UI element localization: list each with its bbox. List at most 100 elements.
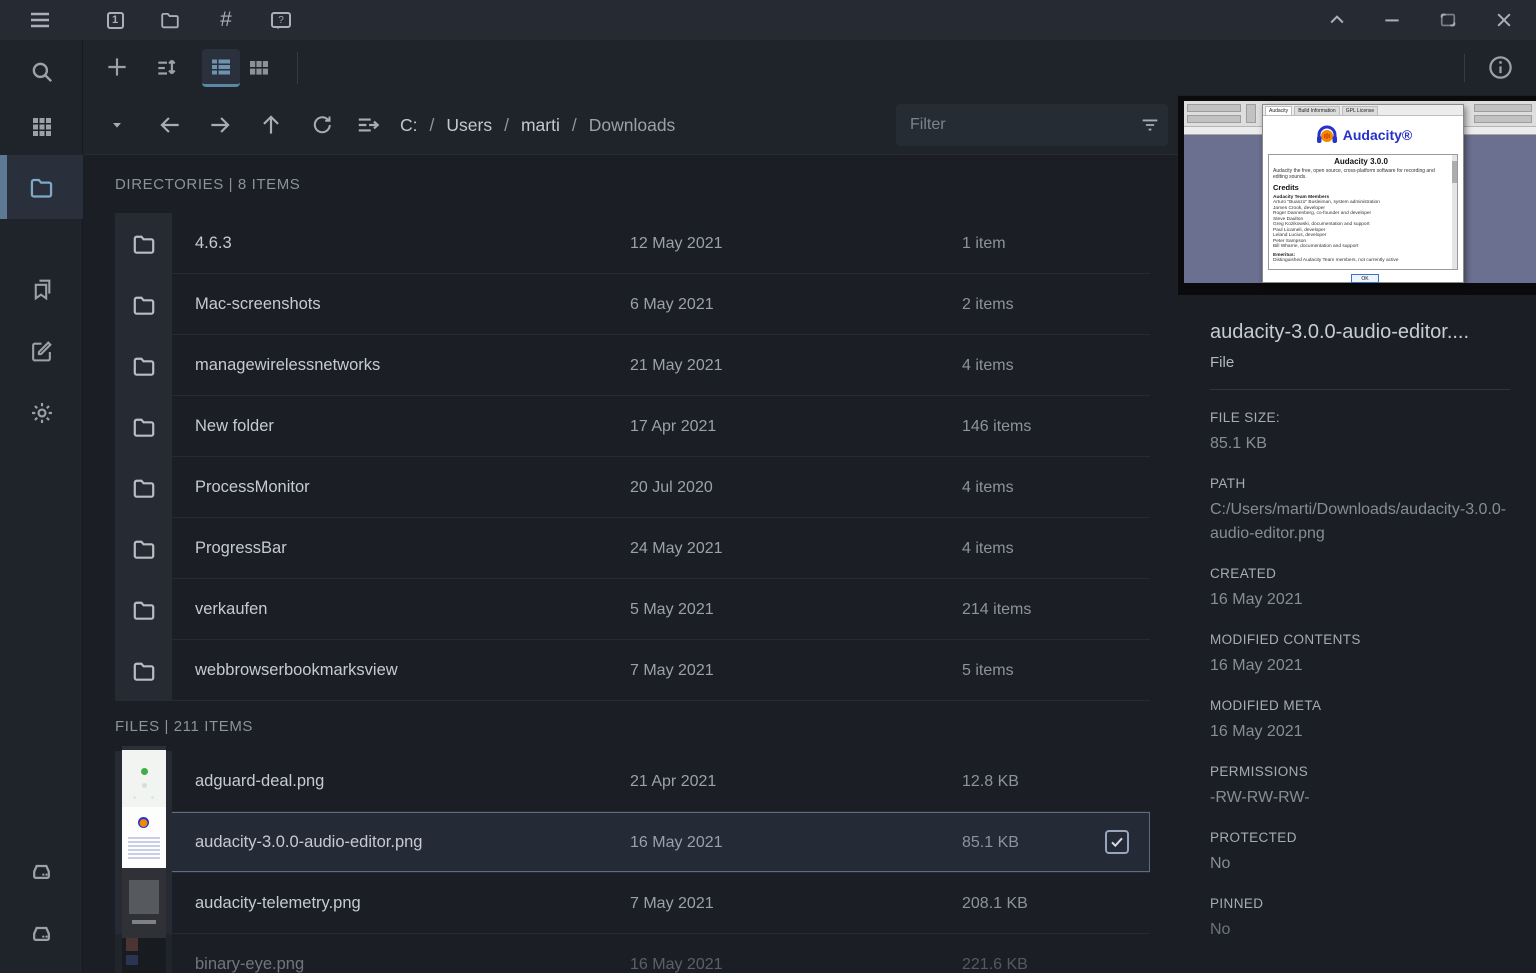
file-thumbnail [122,868,166,938]
file-thumbnail-cell [115,934,172,973]
refresh-button[interactable] [302,105,342,145]
sort-button[interactable] [147,47,187,87]
edit-square-icon [29,339,54,364]
preview-audacity-logo: Audacity® [1263,116,1463,154]
file-thumbnail [122,746,166,816]
detail-field-modified-meta: MODIFIED META 16 May 2021 [1210,697,1510,744]
table-row-directory[interactable]: New folder 17 Apr 2021 146 items [115,396,1150,457]
preview-about-text: Audacity 3.0.0 Audacity the free, open s… [1268,154,1458,270]
navigation-bar: C: / Users / marti / Downloads [83,95,1178,155]
preview-about-dialog: Audacity Build Information GPL License A… [1262,104,1464,283]
sidebar-apps-grid-button[interactable] [0,98,83,155]
table-row-directory[interactable]: verkaufen 5 May 2021 214 items [115,579,1150,640]
details-panel: Audacity Build Information GPL License A… [1178,95,1536,973]
new-window-folder-icon[interactable] [150,0,190,40]
detail-field-protected: PROTECTED No [1210,829,1510,876]
titlebar: 1 # ? [0,0,1536,40]
sidebar-item-bookmarks[interactable] [0,261,83,318]
tab-count: 1 [107,12,124,29]
file-rows: adguard-deal.png 21 Apr 2021 12.8 KB aud… [115,751,1150,973]
minimize-button[interactable] [1372,0,1412,40]
detail-field-file-size: FILE SIZE: 85.1 KB [1210,409,1510,456]
table-row-file-selected[interactable]: audacity-3.0.0-audio-editor.png 16 May 2… [115,812,1150,873]
table-row-file[interactable]: adguard-deal.png 21 Apr 2021 12.8 KB [115,751,1150,812]
info-button[interactable] [1480,47,1520,87]
path-options-icon[interactable] [348,105,388,145]
bookmarks-icon [29,277,54,302]
detail-field-permissions: PERMISSIONS -RW-RW-RW- [1210,763,1510,810]
sidebar-item-files[interactable] [0,155,83,219]
list-view-icon [209,55,233,79]
up-button[interactable] [251,105,291,145]
details-divider [1210,389,1510,390]
details-file-title: audacity-3.0.0-audio-editor.... [1210,321,1510,344]
sidebar-item-editor[interactable] [0,323,83,380]
file-manager-window: 1 # ? [0,0,1536,973]
sidebar [0,40,83,973]
toolbar [83,40,1536,95]
new-item-button[interactable] [97,47,137,87]
directory-rows: 4.6.3 12 May 2021 1 item Mac-screenshots… [115,213,1150,701]
file-thumbnail [122,807,166,877]
preview-dialog-scrollbar [1452,155,1457,269]
hard-drive-icon [28,919,55,946]
preview-ok-button: OK [1351,274,1379,283]
filter-box [896,104,1168,146]
files-header: FILES | 211 ITEMS [83,701,1178,751]
selection-checkbox-checked[interactable] [1105,830,1129,854]
detail-field-path: PATH C:/Users/marti/Downloads/audacity-3… [1210,475,1510,546]
sidebar-item-settings[interactable] [0,384,83,441]
table-row-directory[interactable]: Mac-screenshots 6 May 2021 2 items [115,274,1150,335]
maximize-restore-button[interactable] [1428,0,1468,40]
sidebar-search-button[interactable] [0,43,83,100]
table-row-directory[interactable]: ProcessMonitor 20 Jul 2020 4 items [115,457,1150,518]
folder-icon [115,396,172,457]
toolbar-divider [297,52,298,84]
path-dropdown-button[interactable] [97,105,137,145]
tabs-icon[interactable]: 1 [95,0,135,40]
collapse-chevron-icon[interactable] [1317,0,1357,40]
file-list-panel: C: / Users / marti / Downloads DIRECTORI… [83,95,1178,973]
table-row-directory[interactable]: managewirelessnetworks 21 May 2021 4 ite… [115,335,1150,396]
table-row-file[interactable]: binary-eye.png 16 May 2021 221.6 KB [115,934,1150,973]
file-preview-image: Audacity Build Information GPL License A… [1178,96,1536,295]
feedback-help-icon[interactable]: ? [261,0,301,40]
grid-view-button[interactable] [240,49,278,87]
breadcrumb-segment-drive[interactable]: C: [400,115,418,136]
table-row-directory[interactable]: ProgressBar 24 May 2021 4 items [115,518,1150,579]
folder-icon [115,640,172,701]
file-thumbnail-cell [115,873,172,934]
folder-icon [115,579,172,640]
table-row-file[interactable]: audacity-telemetry.png 7 May 2021 208.1 … [115,873,1150,934]
detail-field-pinned: PINNED No [1210,895,1510,942]
details-file-type: File [1210,354,1510,371]
hash-tag-icon[interactable]: # [206,0,246,40]
back-button[interactable] [150,105,190,145]
apps-grid-icon [30,115,54,139]
list-view-button[interactable] [202,49,240,87]
search-icon [29,59,55,85]
toolbar-divider [1464,54,1465,82]
filter-input[interactable] [896,116,1132,134]
breadcrumb-segment-users[interactable]: Users [446,115,492,136]
sidebar-drive-d[interactable] [0,904,83,961]
folder-icon [115,518,172,579]
folder-icon [115,335,172,396]
hamburger-menu-icon[interactable] [20,0,60,40]
folder-icon [115,274,172,335]
forward-button[interactable] [200,105,240,145]
filter-icon[interactable] [1132,114,1168,136]
gear-icon [29,400,55,426]
grid-view-icon [247,56,271,80]
detail-field-created: CREATED 16 May 2021 [1210,565,1510,612]
sidebar-drive-c[interactable] [0,842,83,899]
table-row-directory[interactable]: webbrowserbookmarksview 7 May 2021 5 ite… [115,640,1150,701]
directories-header: DIRECTORIES | 8 ITEMS [83,155,1178,213]
file-thumbnail-cell [115,751,172,812]
table-row-directory[interactable]: 4.6.3 12 May 2021 1 item [115,213,1150,274]
close-button[interactable] [1484,0,1524,40]
detail-field-modified-contents: MODIFIED CONTENTS 16 May 2021 [1210,631,1510,678]
preview-dialog-tabs: Audacity Build Information GPL License [1263,105,1463,116]
breadcrumb-segment-downloads[interactable]: Downloads [589,115,676,136]
breadcrumb-segment-marti[interactable]: marti [521,115,560,136]
